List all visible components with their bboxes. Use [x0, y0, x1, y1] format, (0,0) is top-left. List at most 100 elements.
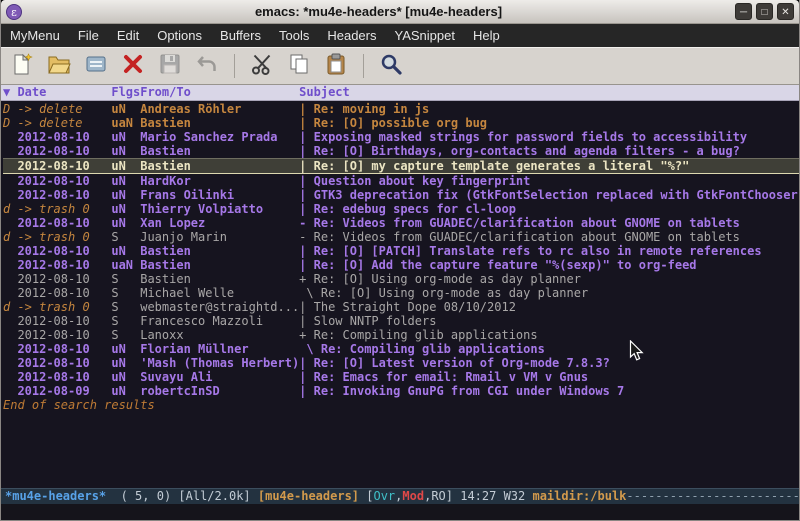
message-flags: S — [111, 286, 140, 300]
message-subject: Re: moving in js — [314, 102, 799, 116]
thread-indicator: | — [299, 300, 313, 314]
message-flags: uN — [111, 130, 140, 144]
message-row[interactable]: D -> delete uN Andreas Röhler | Re: movi… — [3, 102, 799, 116]
modeline-modified-indicator[interactable]: Mod — [402, 489, 424, 504]
modeline-position: ( 5, 0) — [121, 489, 179, 504]
message-from: Bastien — [140, 244, 299, 258]
message-from: Michael Welle — [140, 286, 299, 300]
titlebar: ε emacs: *mu4e-headers* [mu4e-headers] — [1, 0, 799, 24]
message-date: 2012-08-10 — [17, 144, 111, 158]
message-row[interactable]: d -> trash 0 S Juanjo Marin - Re: Videos… — [3, 230, 799, 244]
menu-item[interactable]: File — [69, 24, 108, 47]
message-date: 2012-08-10 — [17, 130, 111, 144]
message-mark — [3, 244, 17, 258]
sort-direction-icon[interactable]: ▼ — [3, 85, 17, 100]
open-file-button[interactable] — [46, 53, 72, 79]
message-row[interactable]: 2012-08-09 uN robertcInSD | Re: Invoking… — [3, 384, 799, 398]
message-mark — [3, 342, 17, 356]
menu-item[interactable]: Help — [464, 24, 509, 47]
search-icon — [379, 52, 403, 80]
save-button[interactable] — [157, 53, 183, 79]
message-from: Bastien — [140, 159, 299, 173]
message-mark — [3, 272, 17, 286]
message-row[interactable]: 2012-08-10 uaN Bastien | Re: [O] Add the… — [3, 258, 799, 272]
menu-item[interactable]: Edit — [108, 24, 148, 47]
copy-button[interactable] — [286, 53, 312, 79]
menu-item[interactable]: Options — [148, 24, 211, 47]
message-subject: Re: Videos from GUADEC/clarification abo… — [314, 230, 799, 244]
paste-button[interactable] — [323, 53, 349, 79]
modeline-readonly-indicator[interactable]: ,RO] — [424, 489, 460, 504]
column-header-subject[interactable]: Subject — [299, 85, 350, 100]
message-date: 2012-08-10 — [17, 174, 111, 188]
column-header-flags[interactable]: Flgs — [111, 85, 140, 100]
message-from: Thierry Volpiatto — [140, 202, 299, 216]
message-row[interactable]: d -> trash 0 uN Thierry Volpiatto | Re: … — [3, 202, 799, 216]
message-row[interactable]: 2012-08-10 uN Suvayu Ali | Re: Emacs for… — [3, 370, 799, 384]
menu-item[interactable]: YASnippet — [385, 24, 463, 47]
message-flags: S — [111, 272, 140, 286]
message-row[interactable]: 2012-08-10 uN Florian Müllner \ Re: Comp… — [3, 342, 799, 356]
kill-buffer-button[interactable] — [120, 53, 146, 79]
menu-item[interactable]: Buffers — [211, 24, 270, 47]
modeline-week: W32 — [504, 489, 533, 504]
message-subject: Re: Emacs for email: Rmail v VM v Gnus — [314, 370, 799, 384]
message-subject: Re: Compiling glib applications — [314, 328, 799, 342]
message-flags: uN — [111, 244, 140, 258]
thread-indicator: | — [299, 244, 313, 258]
minimize-button[interactable] — [735, 3, 752, 20]
message-row[interactable]: 2012-08-10 S Michael Welle \ Re: [O] Usi… — [3, 286, 799, 300]
close-button[interactable] — [777, 3, 794, 20]
message-row[interactable]: 2012-08-10 uN Xan Lopez - Re: Videos fro… — [3, 216, 799, 230]
message-row[interactable]: 2012-08-10 uN Frans Oilinki | GTK3 depre… — [3, 188, 799, 202]
maximize-button[interactable] — [756, 3, 773, 20]
message-mark — [3, 286, 17, 300]
cut-button[interactable] — [249, 53, 275, 79]
message-from: Frans Oilinki — [140, 188, 299, 202]
message-row[interactable]: 2012-08-10 uN Bastien | Re: [O] Birthday… — [3, 144, 799, 158]
search-button[interactable] — [378, 53, 404, 79]
dired-button[interactable] — [83, 53, 109, 79]
modeline-buffer-name[interactable]: *mu4e-headers* — [5, 489, 121, 504]
message-row[interactable]: D -> delete uaN Bastien | Re: [O] possib… — [3, 116, 799, 130]
modeline-filler-dashes: ----------------------------------------… — [626, 489, 799, 504]
message-row[interactable]: 2012-08-10 S Francesco Mazzoli | Slow NN… — [3, 314, 799, 328]
modeline-overwrite-indicator[interactable]: Ovr — [373, 489, 395, 504]
menu-item[interactable]: Headers — [318, 24, 385, 47]
undo-button[interactable] — [194, 53, 220, 79]
message-row[interactable]: 2012-08-10 uN 'Mash (Thomas Herbert) | R… — [3, 356, 799, 370]
message-flags: uN — [111, 384, 140, 398]
message-subject: Slow NNTP folders — [314, 314, 799, 328]
end-of-results-text: End of search results — [3, 398, 799, 412]
message-row[interactable]: 2012-08-10 uN Bastien | Re: [O] my captu… — [3, 158, 799, 174]
message-row[interactable]: 2012-08-10 uN HardKor | Question about k… — [3, 174, 799, 188]
mode-line: *mu4e-headers* ( 5, 0) [All/2.0k] [mu4e-… — [1, 488, 799, 504]
message-row[interactable]: d -> trash 0 S webmaster@straightd... | … — [3, 300, 799, 314]
message-from: Florian Müllner — [140, 342, 299, 356]
kill-buffer-icon — [121, 52, 145, 80]
message-from: Suvayu Ali — [140, 370, 299, 384]
message-mark: D — [3, 102, 17, 116]
thread-indicator: + — [299, 328, 313, 342]
message-flags: uN — [111, 144, 140, 158]
column-header-date[interactable]: Date — [17, 85, 111, 100]
column-header-from[interactable]: From/To — [140, 85, 299, 100]
thread-indicator: \ — [299, 286, 321, 300]
message-mark — [3, 159, 17, 173]
thread-indicator: | — [299, 144, 313, 158]
message-row[interactable]: 2012-08-10 uN Mario Sanchez Prada | Expo… — [3, 130, 799, 144]
message-date: 2012-08-10 — [17, 370, 111, 384]
menu-item[interactable]: Tools — [270, 24, 318, 47]
message-row[interactable]: 2012-08-10 S Bastien + Re: [O] Using org… — [3, 272, 799, 286]
message-date: -> delete — [17, 116, 111, 130]
message-flags: uN — [111, 342, 140, 356]
headers-buffer: D -> delete uN Andreas Röhler | Re: movi… — [1, 101, 799, 488]
menu-item[interactable]: MyMenu — [1, 24, 69, 47]
message-date: 2012-08-10 — [17, 342, 111, 356]
message-row[interactable]: 2012-08-10 S Lanoxx + Re: Compiling glib… — [3, 328, 799, 342]
new-file-button[interactable] — [9, 53, 35, 79]
message-subject: The Straight Dope 08/10/2012 — [314, 300, 799, 314]
message-row[interactable]: 2012-08-10 uN Bastien | Re: [O] [PATCH] … — [3, 244, 799, 258]
message-mark: d — [3, 202, 17, 216]
modeline-major-mode[interactable]: [mu4e-headers] — [258, 489, 366, 504]
